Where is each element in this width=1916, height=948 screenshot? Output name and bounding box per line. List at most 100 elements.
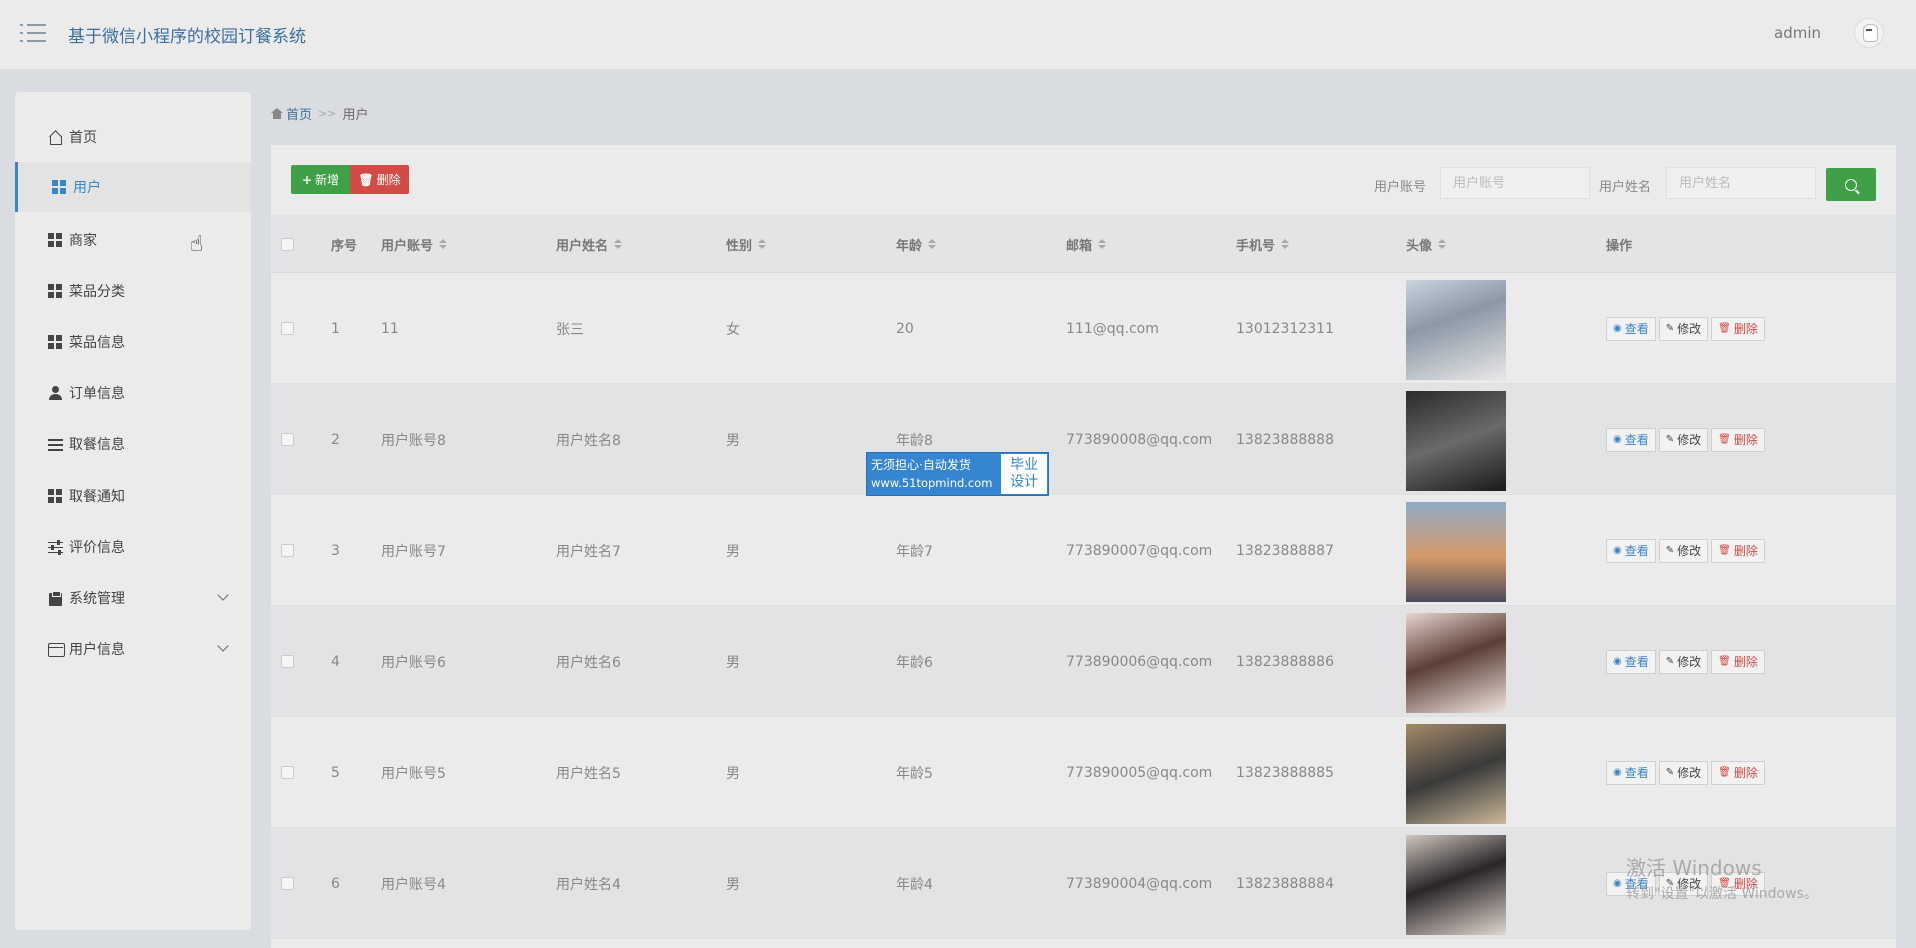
- cell-phone: 13823888886: [1236, 653, 1334, 670]
- sidebar-item-label: 系统管理: [69, 591, 125, 607]
- breadcrumb-current: 用户: [342, 108, 369, 123]
- column-header: 序号: [331, 238, 358, 254]
- column-header[interactable]: 头像: [1406, 215, 1447, 273]
- sidebar-item-users[interactable]: 用户: [15, 162, 251, 212]
- grid-icon: [48, 232, 63, 248]
- cell-account: 用户账号4: [381, 876, 446, 893]
- sort-icon[interactable]: [758, 239, 767, 249]
- cell-no: 4: [331, 653, 340, 670]
- user-name[interactable]: admin: [1774, 24, 1821, 42]
- breadcrumb-home-link[interactable]: 首页: [286, 104, 312, 123]
- column-header[interactable]: 年龄: [896, 215, 937, 273]
- add-button[interactable]: + 新增: [291, 165, 350, 194]
- cell-name: 用户姓名7: [556, 543, 621, 560]
- delete-row-button[interactable]: 🗑 删除: [1711, 538, 1765, 563]
- sidebar: 首页 用户 商家 菜品分类 菜品信息 订单信息 取餐信息 取餐通知 评价信息 系…: [15, 92, 251, 930]
- edit-button[interactable]: ✎ 修改: [1658, 316, 1709, 341]
- sort-icon[interactable]: [439, 239, 448, 249]
- table-row: 6 用户账号4 用户姓名4 男 年龄4 773890004@qq.com 138…: [271, 828, 1896, 939]
- avatar-photo: [1406, 501, 1506, 602]
- sidebar-item-user-info[interactable]: 用户信息: [15, 624, 251, 674]
- edit-icon: ✎: [1665, 434, 1675, 445]
- eye-icon: ◉: [1613, 878, 1622, 889]
- row-checkbox[interactable]: [281, 766, 294, 779]
- sort-icon[interactable]: [1438, 239, 1447, 249]
- row-checkbox[interactable]: [281, 433, 294, 446]
- table-header: 序号 用户账号 用户姓名 性别 年龄 邮箱 手机号 头像 操作: [271, 215, 1896, 273]
- avatar[interactable]: [1854, 18, 1884, 48]
- edit-button[interactable]: ✎ 修改: [1658, 871, 1709, 896]
- row-checkbox[interactable]: [281, 655, 294, 668]
- sidebar-item-dish-info[interactable]: 菜品信息: [15, 317, 251, 367]
- add-button-label: 新增: [315, 173, 340, 187]
- delete-row-button[interactable]: 🗑 删除: [1711, 760, 1765, 785]
- sort-icon[interactable]: [614, 239, 623, 249]
- delete-row-button[interactable]: 🗑 删除: [1711, 316, 1765, 341]
- view-button[interactable]: ◉ 查看: [1606, 538, 1656, 563]
- view-button[interactable]: ◉ 查看: [1606, 427, 1656, 452]
- sidebar-item-home[interactable]: 首页: [15, 112, 251, 162]
- trash-icon: 🗑: [1718, 767, 1731, 778]
- sidebar-item-system[interactable]: 系统管理: [15, 573, 251, 623]
- column-header[interactable]: 邮箱: [1066, 215, 1107, 273]
- sort-icon[interactable]: [1098, 239, 1107, 249]
- view-button[interactable]: ◉ 查看: [1606, 871, 1656, 896]
- delete-row-button[interactable]: 🗑 删除: [1711, 649, 1765, 674]
- select-all-checkbox[interactable]: [281, 237, 294, 251]
- view-button[interactable]: ◉ 查看: [1606, 316, 1656, 341]
- view-button[interactable]: ◉ 查看: [1606, 649, 1656, 674]
- toolbar: + 新增 🗑 删除 用户账号 用户姓名: [271, 145, 1896, 215]
- cell-name: 用户姓名6: [556, 654, 621, 671]
- sliders-icon: [48, 539, 63, 555]
- table-row: 2 用户账号8 用户姓名8 男 年龄8 773890008@qq.com 138…: [271, 384, 1896, 495]
- row-checkbox[interactable]: [281, 877, 294, 890]
- view-button[interactable]: ◉ 查看: [1606, 760, 1656, 785]
- name-search-input[interactable]: [1666, 167, 1816, 199]
- sidebar-item-label: 菜品信息: [69, 335, 125, 351]
- avatar-photo: [1406, 834, 1506, 935]
- delete-row-button[interactable]: 🗑 删除: [1711, 871, 1765, 896]
- row-checkbox[interactable]: [281, 544, 294, 557]
- edit-button[interactable]: ✎ 修改: [1658, 760, 1709, 785]
- eye-icon: ◉: [1613, 545, 1622, 556]
- column-header[interactable]: 用户账号: [381, 215, 448, 273]
- row-checkbox[interactable]: [281, 322, 294, 335]
- menu-toggle-icon[interactable]: [20, 22, 46, 44]
- column-header[interactable]: 用户姓名: [556, 215, 623, 273]
- delete-button[interactable]: 🗑 删除: [350, 165, 409, 194]
- trash-icon: 🗑: [1718, 545, 1731, 556]
- name-search-label: 用户姓名: [1599, 180, 1652, 195]
- cell-age: 年龄7: [896, 543, 933, 560]
- user-table: 序号 用户账号 用户姓名 性别 年龄 邮箱 手机号 头像 操作 1 11 张三 …: [271, 215, 1896, 939]
- breadcrumb-separator: >>: [318, 107, 337, 120]
- trash-icon: 🗑: [1718, 434, 1731, 445]
- cell-phone: 13823888887: [1236, 542, 1334, 559]
- avatar-photo: [1406, 723, 1506, 824]
- sort-icon[interactable]: [1281, 239, 1290, 249]
- delete-row-button[interactable]: 🗑 删除: [1711, 427, 1765, 452]
- sort-icon[interactable]: [928, 239, 937, 249]
- sidebar-item-pickup-info[interactable]: 取餐信息: [15, 419, 251, 469]
- row-actions: ◉ 查看 ✎ 修改 🗑 删除: [1606, 273, 1768, 384]
- cell-age: 20: [896, 320, 914, 337]
- sidebar-item-label: 菜品分类: [69, 284, 125, 300]
- sidebar-item-dish-category[interactable]: 菜品分类: [15, 266, 251, 316]
- cell-name: 用户姓名8: [556, 432, 621, 449]
- sidebar-item-reviews[interactable]: 评价信息: [15, 522, 251, 572]
- cell-account: 用户账号8: [381, 432, 446, 449]
- column-header[interactable]: 性别: [726, 215, 767, 273]
- edit-button[interactable]: ✎ 修改: [1658, 427, 1709, 452]
- table-row: 1 11 张三 女 20 111@qq.com 13012312311 ◉ 查看 …: [271, 273, 1896, 384]
- cell-gender: 男: [726, 654, 740, 671]
- sidebar-item-merchants[interactable]: 商家: [15, 215, 251, 265]
- account-search-input[interactable]: [1440, 167, 1590, 199]
- edit-button[interactable]: ✎ 修改: [1658, 538, 1709, 563]
- edit-button[interactable]: ✎ 修改: [1658, 649, 1709, 674]
- eye-icon: ◉: [1613, 767, 1622, 778]
- column-header[interactable]: 手机号: [1236, 215, 1290, 273]
- watermark-badge: 无须担心·自动发货 www.51topmind.com 毕业 设计: [866, 452, 1049, 496]
- sidebar-item-orders[interactable]: 订单信息: [15, 368, 251, 418]
- cell-gender: 女: [726, 321, 740, 338]
- sidebar-item-pickup-notice[interactable]: 取餐通知: [15, 471, 251, 521]
- search-button[interactable]: [1826, 168, 1876, 201]
